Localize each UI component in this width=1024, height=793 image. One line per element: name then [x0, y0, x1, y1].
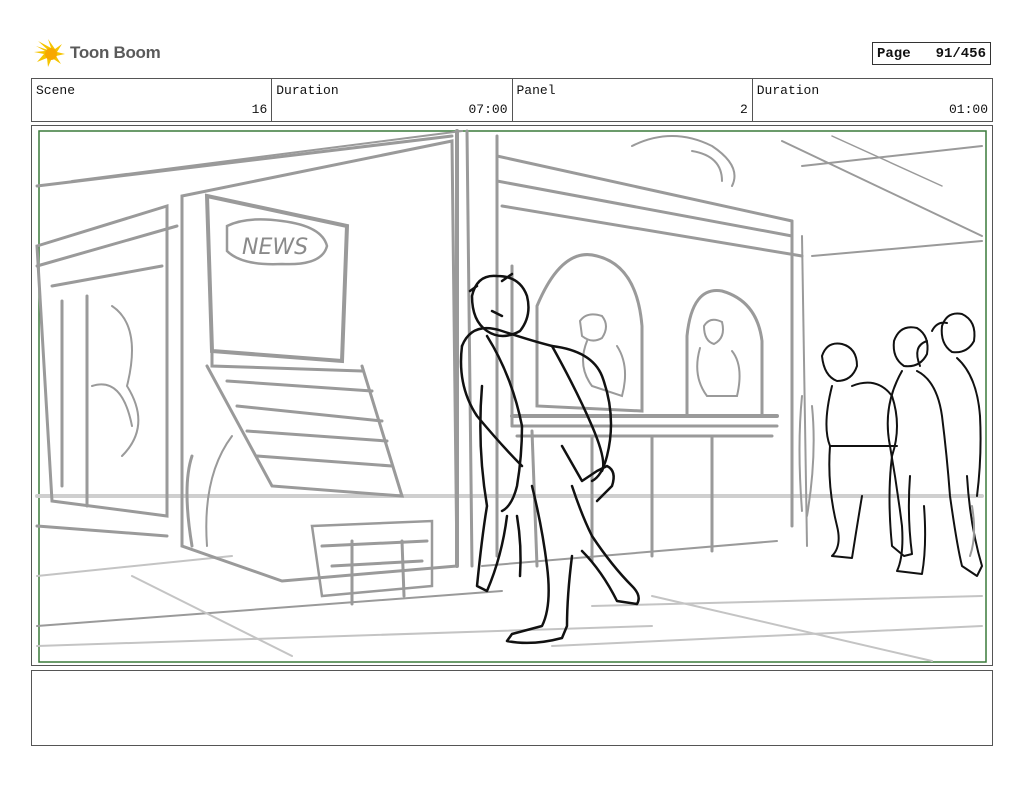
- storyboard-sketch: NEWS: [35, 129, 987, 663]
- panel-label: Panel: [516, 83, 556, 98]
- panel-duration-cell: Duration 01:00: [753, 79, 992, 121]
- toon-boom-logo: Toon Boom: [34, 38, 161, 68]
- panel-cell: Panel 2: [513, 79, 753, 121]
- panel-value: 2: [739, 102, 748, 117]
- main-character-sketch: [459, 272, 640, 645]
- starburst-logo-icon: [34, 39, 65, 67]
- panel-notes-box: [31, 670, 993, 746]
- storyboard-panel: NEWS: [31, 125, 993, 666]
- panel-info-row: Scene 16 Duration 07:00 Panel 2 Duration…: [31, 78, 993, 122]
- scene-cell: Scene 16: [32, 79, 273, 121]
- scene-value: 16: [251, 102, 268, 117]
- page-indicator: Page 91/456: [872, 42, 991, 65]
- scene-label: Scene: [36, 83, 76, 98]
- crowd-sketch: [821, 312, 983, 577]
- background-sketch: [35, 129, 984, 662]
- scene-duration-value: 07:00: [468, 102, 508, 117]
- panel-duration-value: 01:00: [948, 102, 988, 117]
- scene-duration-label: Duration: [276, 83, 339, 98]
- panel-duration-label: Duration: [756, 83, 820, 98]
- scene-duration-cell: Duration 07:00: [272, 79, 513, 121]
- page-label: Page: [877, 45, 911, 62]
- page-number: 91/456: [935, 45, 986, 62]
- news-sign-text: NEWS: [242, 235, 308, 260]
- logo-text: Toon Boom: [70, 43, 161, 62]
